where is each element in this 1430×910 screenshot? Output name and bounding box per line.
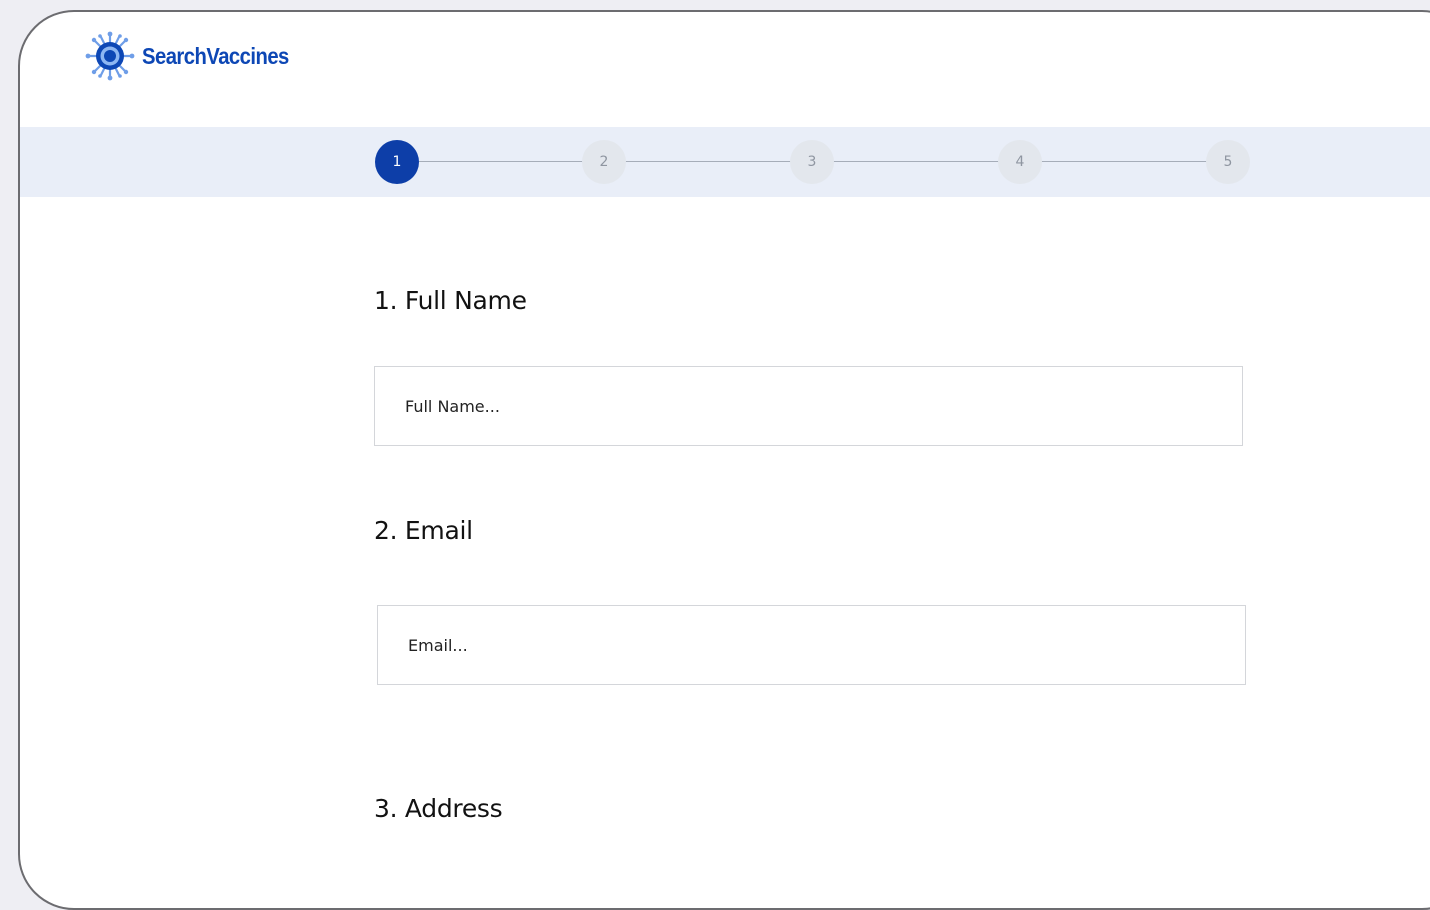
step-3[interactable]: 3 <box>790 140 834 184</box>
full-name-label: 1. Full Name <box>374 286 527 315</box>
step-2[interactable]: 2 <box>582 140 626 184</box>
brand-name: SearchVaccines <box>142 42 289 69</box>
brand-logo[interactable]: SearchVaccines <box>84 28 309 84</box>
email-label: 2. Email <box>374 516 473 545</box>
email-field <box>377 605 1246 685</box>
virus-logo-icon <box>84 30 136 82</box>
step-4[interactable]: 4 <box>998 140 1042 184</box>
step-connector <box>419 161 583 162</box>
app-window: SearchVaccines 1 2 3 4 5 1. Full Name 2.… <box>18 10 1430 910</box>
address-label: 3. Address <box>374 794 503 823</box>
progress-stepper: 1 2 3 4 5 <box>20 127 1430 197</box>
step-connector <box>833 161 999 162</box>
step-connector <box>625 161 791 162</box>
email-input[interactable] <box>406 634 1245 656</box>
step-connector <box>1041 161 1207 162</box>
full-name-input[interactable] <box>403 395 1242 417</box>
full-name-field <box>374 366 1243 446</box>
step-1[interactable]: 1 <box>375 140 419 184</box>
step-5[interactable]: 5 <box>1206 140 1250 184</box>
